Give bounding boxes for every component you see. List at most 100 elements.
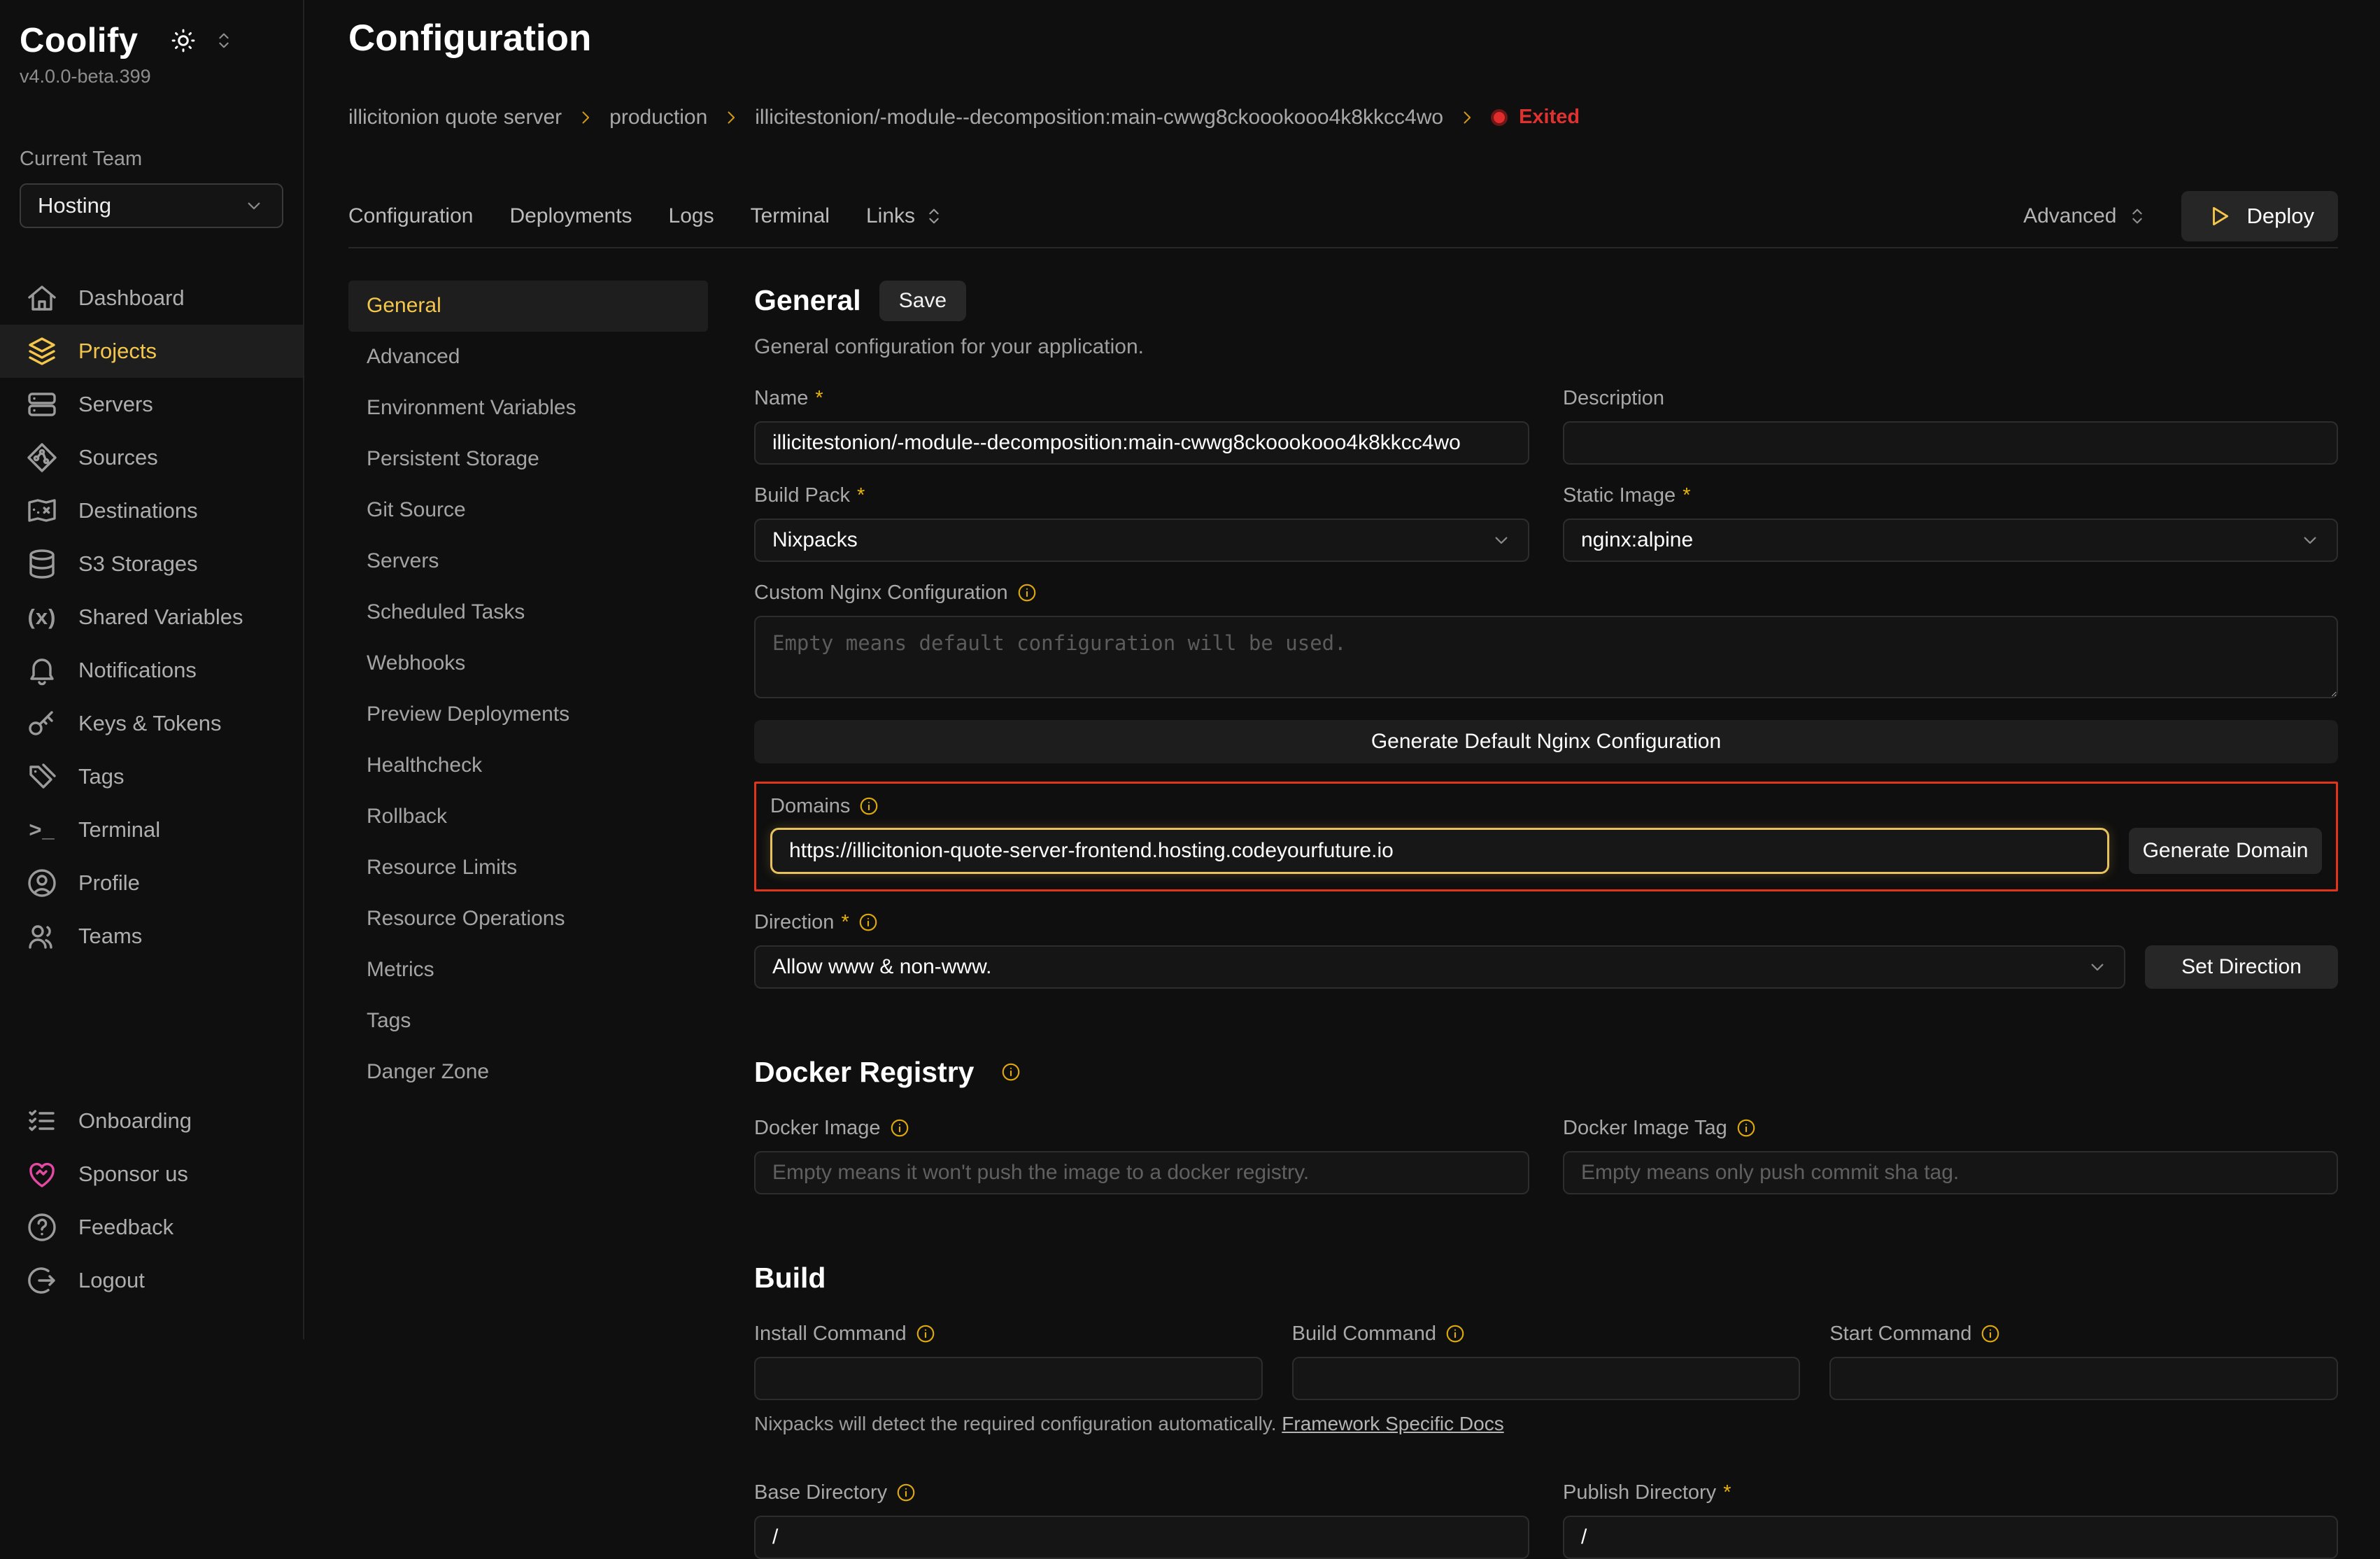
sidebar-item-projects[interactable]: Projects (0, 325, 303, 378)
submenu-item-metrics[interactable]: Metrics (348, 945, 708, 996)
name-input[interactable] (754, 421, 1529, 465)
submenu-item-danger-zone[interactable]: Danger Zone (348, 1047, 708, 1098)
sidebar-item-terminal[interactable]: >_ Terminal (0, 803, 303, 856)
info-icon[interactable] (1980, 1323, 2001, 1344)
install-command-input[interactable] (754, 1357, 1263, 1400)
generate-nginx-button[interactable]: Generate Default Nginx Configuration (754, 720, 2338, 763)
sidebar-item-dashboard[interactable]: Dashboard (0, 271, 303, 325)
sidebar-item-tags[interactable]: Tags (0, 750, 303, 803)
info-icon[interactable] (915, 1323, 936, 1344)
generate-domain-button[interactable]: Generate Domain (2129, 828, 2322, 874)
sidebar-item-destinations[interactable]: Destinations (0, 484, 303, 537)
breadcrumb-label: illicitonion quote server (348, 106, 562, 129)
submenu-item-resource-limits[interactable]: Resource Limits (348, 842, 708, 894)
info-icon[interactable] (1736, 1117, 1757, 1138)
info-icon[interactable] (858, 912, 879, 933)
direction-select[interactable]: Allow www & non-www. (754, 945, 2125, 989)
domains-input[interactable] (770, 828, 2109, 874)
deploy-button[interactable]: Deploy (2181, 191, 2339, 241)
chevron-right-icon (721, 108, 741, 127)
info-icon[interactable] (895, 1482, 916, 1503)
info-icon[interactable] (1445, 1323, 1466, 1344)
sidebar-item-label: Dashboard (78, 285, 185, 311)
submenu-item-label: Servers (367, 549, 439, 573)
sidebar-item-teams[interactable]: Teams (0, 910, 303, 963)
submenu-item-advanced[interactable]: Advanced (348, 332, 708, 383)
submenu-item-scheduled-tasks[interactable]: Scheduled Tasks (348, 587, 708, 638)
info-icon[interactable] (1000, 1061, 1021, 1082)
sidebar-item-label: Servers (78, 392, 153, 417)
advanced-dropdown[interactable]: Advanced (2023, 204, 2147, 228)
tab-configuration[interactable]: Configuration (348, 204, 473, 228)
info-icon[interactable] (889, 1117, 910, 1138)
static-image-select[interactable]: nginx:alpine (1563, 519, 2338, 562)
sidebar-item-label: S3 Storages (78, 551, 198, 577)
build-pack-select[interactable]: Nixpacks (754, 519, 1529, 562)
submenu-item-label: Metrics (367, 958, 434, 982)
info-icon[interactable] (858, 796, 879, 817)
breadcrumb-item-illicitestonion-module-decomposition-main-cwwg8ckoookooo4k8kkcc4wo[interactable]: illicitestonion/-module--decomposition:m… (721, 106, 1443, 129)
sidebar-item-onboarding[interactable]: Onboarding (0, 1094, 303, 1148)
status-badge: Exited (1491, 106, 1580, 129)
theme-toggle-sun-icon[interactable] (169, 26, 198, 55)
chevrons-up-down-icon[interactable] (213, 30, 234, 51)
submenu-item-tags[interactable]: Tags (348, 996, 708, 1047)
sidebar-item-feedback[interactable]: Feedback (0, 1201, 303, 1254)
tab-terminal[interactable]: Terminal (751, 204, 830, 228)
sidebar-item-label: Terminal (78, 817, 160, 842)
sidebar-item-notifications[interactable]: Notifications (0, 644, 303, 697)
docker-image-tag-input[interactable] (1563, 1151, 2338, 1194)
docker-image-input[interactable] (754, 1151, 1529, 1194)
sidebar-item-profile[interactable]: Profile (0, 856, 303, 910)
breadcrumb-item-production[interactable]: production (576, 106, 707, 129)
save-button[interactable]: Save (879, 281, 966, 321)
sidebar-item-logout[interactable]: Logout (0, 1254, 303, 1307)
breadcrumb-label: production (609, 106, 707, 129)
submenu-item-servers[interactable]: Servers (348, 536, 708, 587)
submenu-item-healthcheck[interactable]: Healthcheck (348, 740, 708, 791)
key-icon (25, 707, 59, 740)
team-select[interactable]: Hosting (20, 183, 283, 228)
help-icon (25, 1211, 59, 1244)
config-submenu: General Advanced Environment Variables P… (348, 281, 708, 1340)
sidebar-item-label: Feedback (78, 1215, 173, 1240)
submenu-item-general[interactable]: General (348, 281, 708, 332)
sidebar-item-shared-variables[interactable]: (x) Shared Variables (0, 591, 303, 644)
sidebar-item-s3-storages[interactable]: S3 Storages (0, 537, 303, 591)
server-icon (25, 388, 59, 421)
submenu-item-git-source[interactable]: Git Source (348, 485, 708, 536)
sidebar-item-label: Shared Variables (78, 605, 243, 630)
publish-directory-input[interactable] (1563, 1516, 2338, 1559)
sidebar-nav-bottom: Onboarding Sponsor us Feedback Logout (0, 1094, 303, 1307)
base-directory-input[interactable] (754, 1516, 1529, 1559)
terminal-glyph-icon: >_ (25, 813, 59, 847)
required-asterisk: * (1723, 1481, 1731, 1504)
submenu-item-label: Preview Deployments (367, 703, 569, 726)
build-command-input[interactable] (1292, 1357, 1801, 1400)
logout-icon (25, 1264, 59, 1297)
submenu-item-rollback[interactable]: Rollback (348, 791, 708, 842)
framework-docs-link[interactable]: Framework Specific Docs (1282, 1413, 1503, 1434)
sidebar-item-sponsor-us[interactable]: Sponsor us (0, 1148, 303, 1201)
sidebar-item-sources[interactable]: Sources (0, 431, 303, 484)
tab-links[interactable]: Links (866, 204, 944, 228)
info-icon[interactable] (1017, 582, 1037, 603)
submenu-item-resource-operations[interactable]: Resource Operations (348, 894, 708, 945)
set-direction-button[interactable]: Set Direction (2145, 945, 2338, 989)
submenu-item-webhooks[interactable]: Webhooks (348, 638, 708, 689)
tab-deployments[interactable]: Deployments (509, 204, 632, 228)
description-label: Description (1563, 387, 1664, 410)
submenu-item-persistent-storage[interactable]: Persistent Storage (348, 434, 708, 485)
submenu-item-environment-variables[interactable]: Environment Variables (348, 383, 708, 434)
breadcrumb-item-illicitonion-quote-server[interactable]: illicitonion quote server (348, 106, 562, 129)
tab-logs[interactable]: Logs (669, 204, 714, 228)
submenu-item-label: General (367, 294, 441, 318)
logo-row: Coolify (0, 21, 303, 60)
sidebar-item-keys-tokens[interactable]: Keys & Tokens (0, 697, 303, 750)
description-input[interactable] (1563, 421, 2338, 465)
section-title-docker-registry: Docker Registry (754, 1056, 974, 1089)
nginx-config-textarea[interactable] (754, 616, 2338, 698)
submenu-item-preview-deployments[interactable]: Preview Deployments (348, 689, 708, 740)
sidebar-item-servers[interactable]: Servers (0, 378, 303, 431)
start-command-input[interactable] (1829, 1357, 2338, 1400)
